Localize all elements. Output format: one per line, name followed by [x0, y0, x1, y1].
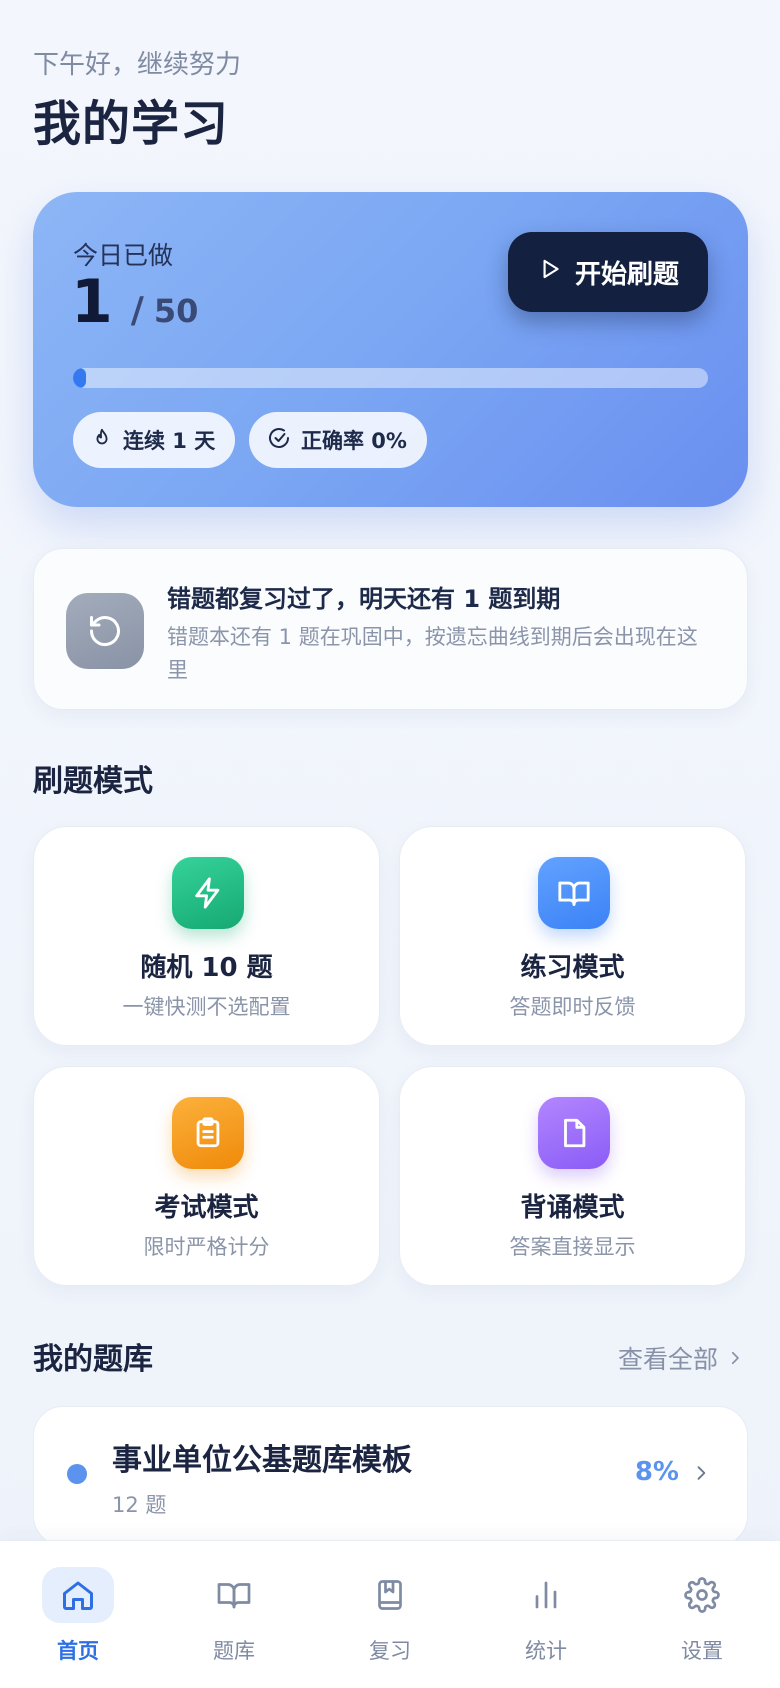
view-all-label: 查看全部 — [617, 1345, 718, 1374]
mode-subtitle: 限时严格计分 — [143, 1235, 270, 1259]
today-done-count: 1 — [71, 267, 113, 337]
clipboard-icon — [172, 1097, 244, 1169]
nav-item-settings[interactable]: 设置 — [624, 1541, 780, 1688]
page-title: 我的学习 — [33, 96, 230, 152]
home-screen: 下午好，继续努力 我的学习 今日已做 1 / 50 开始刷题 连续 1 天 正确… — [0, 0, 780, 1688]
review-status-card[interactable]: 错题都复习过了，明天还有 1 题到期 错题本还有 1 题在巩固中，按遗忘曲线到期… — [33, 548, 748, 710]
bank-list-item[interactable]: 事业单位公基题库模板 12 题 8% — [33, 1406, 748, 1546]
streak-text: 连续 1 天 — [123, 429, 216, 453]
file-icon — [538, 1097, 610, 1169]
bank-question-count: 12 题 — [112, 1493, 167, 1517]
nav-label: 题库 — [213, 1639, 255, 1663]
bank-dot — [67, 1464, 87, 1484]
book-icon — [198, 1567, 270, 1623]
streak-badge: 连续 1 天 — [73, 412, 236, 468]
bank-progress-percent: 8% — [634, 1457, 679, 1487]
bottom-nav: 首页 题库 复习 统计 设置 — [0, 1540, 780, 1688]
daily-progress-bar — [73, 368, 708, 388]
accuracy-text: 正确率 0% — [301, 429, 407, 453]
mode-card-exam[interactable]: 考试模式 限时严格计分 — [33, 1066, 380, 1286]
nav-label: 复习 — [369, 1639, 411, 1663]
banks-section-title: 我的题库 — [33, 1342, 153, 1377]
chevron-right-icon — [691, 1463, 711, 1487]
review-reset-icon — [66, 593, 144, 669]
check-circle-icon — [267, 426, 291, 455]
bookmark-book-icon — [354, 1567, 426, 1623]
lightning-icon — [172, 857, 244, 929]
mode-label: 背诵模式 — [520, 1193, 625, 1223]
nav-item-review[interactable]: 复习 — [312, 1541, 468, 1688]
bank-name: 事业单位公基题库模板 — [112, 1443, 412, 1478]
mode-card-practice[interactable]: 练习模式 答题即时反馈 — [399, 826, 746, 1046]
mode-label: 练习模式 — [520, 953, 625, 983]
nav-label: 设置 — [681, 1639, 723, 1663]
mode-label: 考试模式 — [154, 1193, 259, 1223]
start-practice-label: 开始刷题 — [574, 259, 679, 290]
today-progress-card: 今日已做 1 / 50 开始刷题 连续 1 天 正确率 0% — [33, 192, 748, 507]
review-description: 错题本还有 1 题在巩固中，按遗忘曲线到期后会出现在这里 — [167, 625, 698, 682]
play-icon — [537, 256, 563, 289]
today-count: 1 / 50 — [71, 272, 198, 332]
nav-item-banks[interactable]: 题库 — [156, 1541, 312, 1688]
review-title: 错题都复习过了，明天还有 1 题到期 — [167, 585, 561, 613]
nav-item-stats[interactable]: 统计 — [468, 1541, 624, 1688]
today-goal-count: 50 — [153, 292, 199, 330]
mode-subtitle: 答题即时反馈 — [509, 995, 636, 1019]
modes-section-title: 刷题模式 — [33, 764, 153, 799]
nav-item-home[interactable]: 首页 — [0, 1541, 156, 1688]
nav-label: 统计 — [525, 1639, 567, 1663]
book-open-icon — [538, 857, 610, 929]
view-all-link[interactable]: 查看全部 — [618, 1340, 744, 1376]
mode-card-recite[interactable]: 背诵模式 答案直接显示 — [399, 1066, 746, 1286]
mode-card-random[interactable]: 随机 10 题 一键快测不选配置 — [33, 826, 380, 1046]
start-practice-button[interactable]: 开始刷题 — [508, 232, 708, 312]
home-icon — [42, 1567, 114, 1623]
accuracy-badge: 正确率 0% — [249, 412, 427, 468]
nav-label: 首页 — [57, 1639, 99, 1663]
flame-icon — [91, 427, 113, 454]
mode-subtitle: 一键快测不选配置 — [122, 995, 291, 1019]
bar-chart-icon — [510, 1567, 582, 1623]
mode-label: 随机 10 题 — [140, 953, 273, 983]
daily-progress-fill — [73, 368, 86, 388]
greeting-text: 下午好，继续努力 — [33, 50, 242, 80]
count-separator: / — [130, 290, 144, 331]
mode-subtitle: 答案直接显示 — [509, 1235, 636, 1259]
chevron-right-icon — [726, 1344, 744, 1373]
gear-icon — [666, 1567, 738, 1623]
